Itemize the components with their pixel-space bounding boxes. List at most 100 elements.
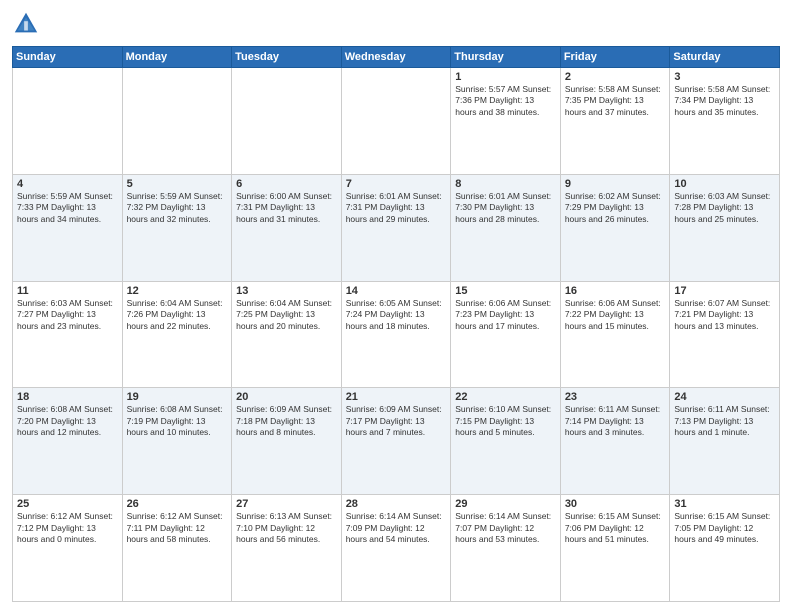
day-number: 10 (674, 178, 775, 190)
week-row-5: 25Sunrise: 6:12 AM Sunset: 7:12 PM Dayli… (13, 495, 780, 602)
day-cell: 26Sunrise: 6:12 AM Sunset: 7:11 PM Dayli… (122, 495, 232, 602)
day-info: Sunrise: 5:57 AM Sunset: 7:36 PM Dayligh… (455, 84, 556, 118)
day-info: Sunrise: 6:09 AM Sunset: 7:18 PM Dayligh… (236, 404, 337, 438)
day-number: 24 (674, 391, 775, 403)
day-info: Sunrise: 6:10 AM Sunset: 7:15 PM Dayligh… (455, 404, 556, 438)
day-number: 8 (455, 178, 556, 190)
day-cell: 7Sunrise: 6:01 AM Sunset: 7:31 PM Daylig… (341, 174, 451, 281)
day-cell: 20Sunrise: 6:09 AM Sunset: 7:18 PM Dayli… (232, 388, 342, 495)
day-info: Sunrise: 6:11 AM Sunset: 7:14 PM Dayligh… (565, 404, 666, 438)
day-cell: 2Sunrise: 5:58 AM Sunset: 7:35 PM Daylig… (560, 68, 670, 175)
weekday-header-friday: Friday (560, 47, 670, 68)
day-info: Sunrise: 6:04 AM Sunset: 7:26 PM Dayligh… (127, 298, 228, 332)
day-cell: 12Sunrise: 6:04 AM Sunset: 7:26 PM Dayli… (122, 281, 232, 388)
day-info: Sunrise: 6:09 AM Sunset: 7:17 PM Dayligh… (346, 404, 447, 438)
day-number: 1 (455, 71, 556, 83)
day-cell: 31Sunrise: 6:15 AM Sunset: 7:05 PM Dayli… (670, 495, 780, 602)
day-number: 17 (674, 285, 775, 297)
day-number: 27 (236, 498, 337, 510)
day-info: Sunrise: 6:08 AM Sunset: 7:19 PM Dayligh… (127, 404, 228, 438)
day-info: Sunrise: 6:01 AM Sunset: 7:30 PM Dayligh… (455, 191, 556, 225)
day-info: Sunrise: 6:12 AM Sunset: 7:12 PM Dayligh… (17, 511, 118, 545)
day-info: Sunrise: 6:02 AM Sunset: 7:29 PM Dayligh… (565, 191, 666, 225)
day-cell: 10Sunrise: 6:03 AM Sunset: 7:28 PM Dayli… (670, 174, 780, 281)
weekday-header-thursday: Thursday (451, 47, 561, 68)
day-number: 25 (17, 498, 118, 510)
day-number: 28 (346, 498, 447, 510)
day-info: Sunrise: 6:14 AM Sunset: 7:09 PM Dayligh… (346, 511, 447, 545)
day-cell (341, 68, 451, 175)
day-number: 9 (565, 178, 666, 190)
logo (12, 10, 44, 38)
day-number: 4 (17, 178, 118, 190)
day-info: Sunrise: 6:13 AM Sunset: 7:10 PM Dayligh… (236, 511, 337, 545)
day-info: Sunrise: 6:04 AM Sunset: 7:25 PM Dayligh… (236, 298, 337, 332)
day-number: 14 (346, 285, 447, 297)
day-info: Sunrise: 6:06 AM Sunset: 7:22 PM Dayligh… (565, 298, 666, 332)
day-info: Sunrise: 5:58 AM Sunset: 7:34 PM Dayligh… (674, 84, 775, 118)
day-cell: 21Sunrise: 6:09 AM Sunset: 7:17 PM Dayli… (341, 388, 451, 495)
weekday-header-wednesday: Wednesday (341, 47, 451, 68)
day-cell (232, 68, 342, 175)
page: SundayMondayTuesdayWednesdayThursdayFrid… (0, 0, 792, 612)
day-cell: 8Sunrise: 6:01 AM Sunset: 7:30 PM Daylig… (451, 174, 561, 281)
day-info: Sunrise: 6:12 AM Sunset: 7:11 PM Dayligh… (127, 511, 228, 545)
day-number: 19 (127, 391, 228, 403)
day-cell: 4Sunrise: 5:59 AM Sunset: 7:33 PM Daylig… (13, 174, 123, 281)
day-number: 22 (455, 391, 556, 403)
day-cell (13, 68, 123, 175)
day-number: 5 (127, 178, 228, 190)
day-cell: 5Sunrise: 5:59 AM Sunset: 7:32 PM Daylig… (122, 174, 232, 281)
weekday-header-tuesday: Tuesday (232, 47, 342, 68)
day-info: Sunrise: 6:15 AM Sunset: 7:06 PM Dayligh… (565, 511, 666, 545)
day-cell: 3Sunrise: 5:58 AM Sunset: 7:34 PM Daylig… (670, 68, 780, 175)
week-row-4: 18Sunrise: 6:08 AM Sunset: 7:20 PM Dayli… (13, 388, 780, 495)
day-number: 3 (674, 71, 775, 83)
day-number: 2 (565, 71, 666, 83)
day-number: 29 (455, 498, 556, 510)
week-row-3: 11Sunrise: 6:03 AM Sunset: 7:27 PM Dayli… (13, 281, 780, 388)
day-number: 12 (127, 285, 228, 297)
day-cell: 25Sunrise: 6:12 AM Sunset: 7:12 PM Dayli… (13, 495, 123, 602)
day-number: 31 (674, 498, 775, 510)
day-number: 30 (565, 498, 666, 510)
day-number: 6 (236, 178, 337, 190)
day-cell: 13Sunrise: 6:04 AM Sunset: 7:25 PM Dayli… (232, 281, 342, 388)
day-number: 16 (565, 285, 666, 297)
day-cell: 9Sunrise: 6:02 AM Sunset: 7:29 PM Daylig… (560, 174, 670, 281)
day-cell: 19Sunrise: 6:08 AM Sunset: 7:19 PM Dayli… (122, 388, 232, 495)
day-cell: 28Sunrise: 6:14 AM Sunset: 7:09 PM Dayli… (341, 495, 451, 602)
day-number: 23 (565, 391, 666, 403)
day-number: 21 (346, 391, 447, 403)
day-number: 7 (346, 178, 447, 190)
day-info: Sunrise: 6:07 AM Sunset: 7:21 PM Dayligh… (674, 298, 775, 332)
weekday-header-sunday: Sunday (13, 47, 123, 68)
day-number: 11 (17, 285, 118, 297)
weekday-header-monday: Monday (122, 47, 232, 68)
day-info: Sunrise: 6:11 AM Sunset: 7:13 PM Dayligh… (674, 404, 775, 438)
day-cell: 11Sunrise: 6:03 AM Sunset: 7:27 PM Dayli… (13, 281, 123, 388)
day-info: Sunrise: 6:08 AM Sunset: 7:20 PM Dayligh… (17, 404, 118, 438)
day-number: 20 (236, 391, 337, 403)
day-cell: 27Sunrise: 6:13 AM Sunset: 7:10 PM Dayli… (232, 495, 342, 602)
day-number: 15 (455, 285, 556, 297)
day-info: Sunrise: 5:59 AM Sunset: 7:32 PM Dayligh… (127, 191, 228, 225)
day-cell (122, 68, 232, 175)
day-info: Sunrise: 6:05 AM Sunset: 7:24 PM Dayligh… (346, 298, 447, 332)
weekday-header-saturday: Saturday (670, 47, 780, 68)
day-info: Sunrise: 6:03 AM Sunset: 7:28 PM Dayligh… (674, 191, 775, 225)
day-cell: 24Sunrise: 6:11 AM Sunset: 7:13 PM Dayli… (670, 388, 780, 495)
day-info: Sunrise: 5:59 AM Sunset: 7:33 PM Dayligh… (17, 191, 118, 225)
day-info: Sunrise: 5:58 AM Sunset: 7:35 PM Dayligh… (565, 84, 666, 118)
day-number: 13 (236, 285, 337, 297)
day-cell: 30Sunrise: 6:15 AM Sunset: 7:06 PM Dayli… (560, 495, 670, 602)
day-cell: 17Sunrise: 6:07 AM Sunset: 7:21 PM Dayli… (670, 281, 780, 388)
day-info: Sunrise: 6:06 AM Sunset: 7:23 PM Dayligh… (455, 298, 556, 332)
day-cell: 6Sunrise: 6:00 AM Sunset: 7:31 PM Daylig… (232, 174, 342, 281)
calendar-table: SundayMondayTuesdayWednesdayThursdayFrid… (12, 46, 780, 602)
logo-icon (12, 10, 40, 38)
day-cell: 1Sunrise: 5:57 AM Sunset: 7:36 PM Daylig… (451, 68, 561, 175)
day-number: 26 (127, 498, 228, 510)
day-cell: 23Sunrise: 6:11 AM Sunset: 7:14 PM Dayli… (560, 388, 670, 495)
day-info: Sunrise: 6:03 AM Sunset: 7:27 PM Dayligh… (17, 298, 118, 332)
